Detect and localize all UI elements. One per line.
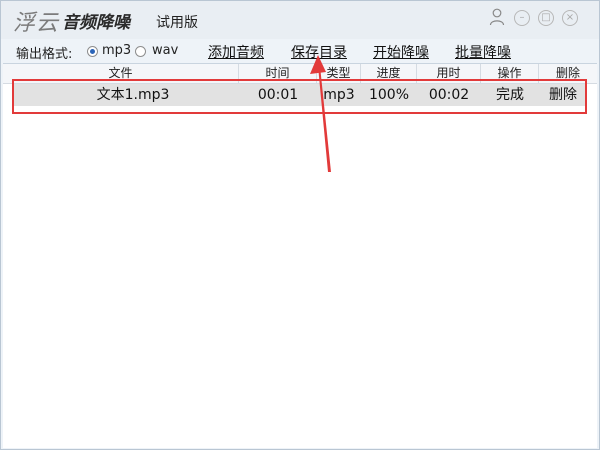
user-icon[interactable] xyxy=(489,8,505,26)
column-progress[interactable]: 进度 xyxy=(361,64,417,83)
radio-wav-label[interactable]: wav xyxy=(152,43,178,58)
table-header: 文件 时间 类型 进度 用时 操作 删除 xyxy=(3,64,597,84)
toolbar: 输出格式: mp3 wav 添加音频 保存目录 开始降噪 批量降噪 xyxy=(1,40,599,62)
app-title: 音频降噪 xyxy=(62,13,130,33)
edition-label: 试用版 xyxy=(156,15,198,31)
column-file[interactable]: 文件 xyxy=(3,64,239,83)
start-denoise-button[interactable]: 开始降噪 xyxy=(373,42,429,62)
column-type[interactable]: 类型 xyxy=(317,64,361,83)
radio-mp3-label[interactable]: mp3 xyxy=(102,43,131,58)
app-logo: 浮云 xyxy=(13,11,60,36)
column-elapsed[interactable]: 用时 xyxy=(417,64,481,83)
cell-progress: 100% xyxy=(368,87,410,103)
output-format-label: 输出格式: xyxy=(16,47,73,62)
radio-wav[interactable] xyxy=(135,46,146,57)
restore-icon[interactable]: □ xyxy=(538,10,554,26)
table-row[interactable]: 文本1.mp3 00:01 mp3 100% 00:02 完成 删除 xyxy=(13,84,587,106)
batch-denoise-button[interactable]: 批量降噪 xyxy=(455,42,511,62)
app-window: 浮云 音频降噪 试用版 – □ × 输出格式: mp3 wav 添加音频 保存目… xyxy=(0,0,600,450)
cell-elapsed: 00:02 xyxy=(428,87,470,103)
minimize-icon[interactable]: – xyxy=(514,10,530,26)
radio-mp3[interactable] xyxy=(87,46,98,57)
column-action[interactable]: 操作 xyxy=(481,64,539,83)
file-table[interactable]: 文件 时间 类型 进度 用时 操作 删除 文本1.mp3 00:01 mp3 1… xyxy=(3,63,597,448)
column-delete[interactable]: 删除 xyxy=(539,64,597,83)
add-audio-button[interactable]: 添加音频 xyxy=(208,42,264,62)
close-icon[interactable]: × xyxy=(562,10,578,26)
delete-row-button[interactable]: 删除 xyxy=(539,84,587,106)
cell-time: 00:01 xyxy=(257,87,299,103)
column-time[interactable]: 时间 xyxy=(239,64,317,83)
cell-type: mp3 xyxy=(323,87,355,103)
cell-file: 文本1.mp3 xyxy=(96,87,170,103)
title-bar[interactable]: 浮云 音频降噪 试用版 – □ × xyxy=(1,1,599,39)
save-directory-button[interactable]: 保存目录 xyxy=(291,42,347,62)
cell-status: 完成 xyxy=(496,87,524,103)
